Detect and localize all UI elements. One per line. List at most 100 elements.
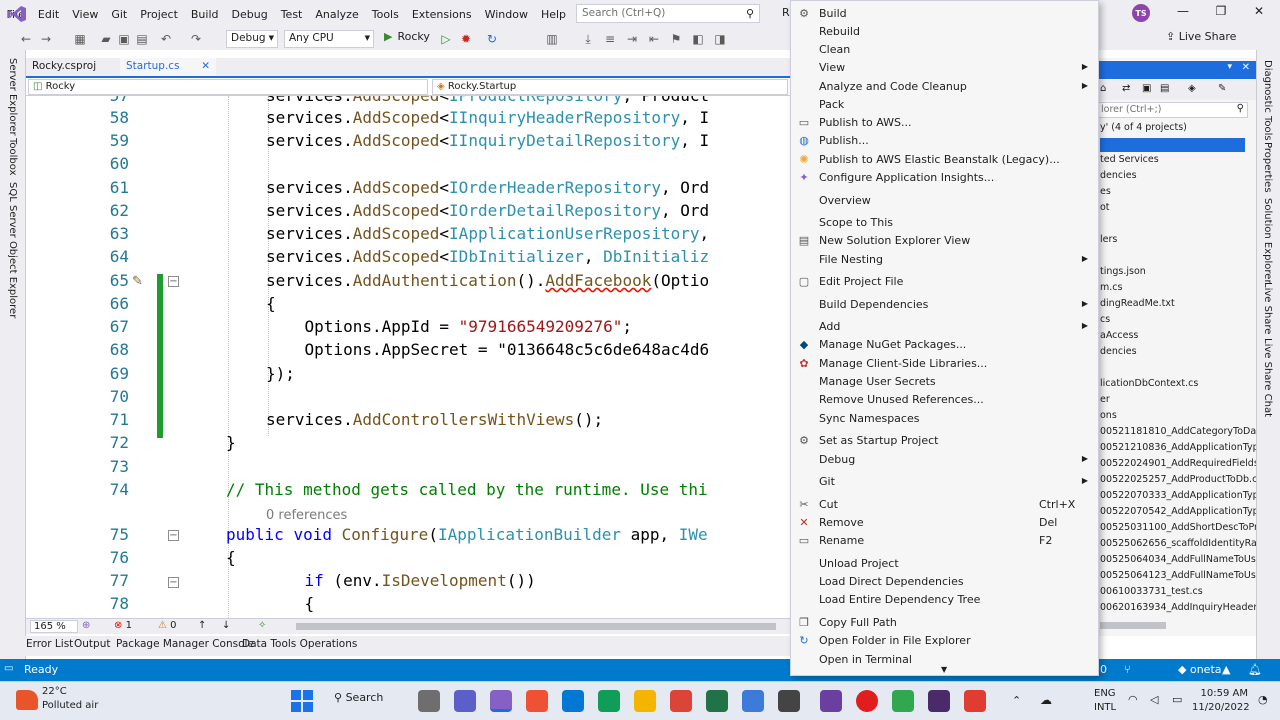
code-line[interactable]: {: [226, 548, 236, 567]
align-icon[interactable]: ≡: [602, 31, 618, 47]
menu-item[interactable]: Analyze: [309, 8, 365, 21]
context-menu-item-manage-user-secrets[interactable]: Manage User Secrets: [791, 373, 1098, 391]
solution-explorer-tab[interactable]: Solution Explorer: [1262, 198, 1273, 284]
refresh-icon[interactable]: ↻: [484, 31, 500, 47]
layout-icon[interactable]: ▥: [544, 31, 560, 47]
app-icon[interactable]: [928, 690, 950, 712]
code-line[interactable]: {: [266, 294, 276, 313]
solution-tree-item[interactable]: 00610033731_test.cs: [1100, 586, 1203, 597]
clock-time[interactable]: 10:59 AM: [1200, 688, 1248, 699]
undo-icon[interactable]: ↶: [158, 31, 174, 47]
live-share-tab[interactable]: Live Share: [1262, 282, 1273, 334]
warning-count[interactable]: ⚠ 0: [158, 620, 177, 631]
avatar[interactable]: TS: [1132, 4, 1150, 22]
code-lens-references[interactable]: 0 references: [266, 508, 347, 523]
context-menu-item-manage-client-side-libraries[interactable]: ✿ Manage Client-Side Libraries...: [791, 355, 1098, 373]
terminal-icon[interactable]: [778, 690, 800, 712]
context-menu-item-load-entire-dependency-tree[interactable]: Load Entire Dependency Tree: [791, 591, 1098, 609]
class-combo[interactable]: ◈ Rocky.Startup: [432, 79, 788, 95]
cleanup-icon[interactable]: ✧: [258, 620, 266, 631]
save-all-icon[interactable]: ▤: [134, 31, 150, 47]
solution-tree-item[interactable]: 00521210836_AddApplicationTyp: [1100, 442, 1256, 453]
language-top[interactable]: ENG: [1094, 688, 1116, 699]
taskbar-search-button[interactable]: ⚲ Search: [334, 691, 398, 713]
properties-tab[interactable]: Properties: [1262, 142, 1273, 193]
properties-wrench-icon[interactable]: ✎: [1218, 83, 1226, 94]
back-icon[interactable]: ←: [18, 31, 34, 47]
context-menu-item-add[interactable]: Add ▶: [791, 318, 1098, 336]
code-line[interactable]: Options.AppSecret = "0136648c5c6de648ac4…: [266, 340, 710, 359]
code-line[interactable]: // This method gets called by the runtim…: [226, 480, 708, 499]
solution-tree-item[interactable]: dingReadMe.txt: [1100, 298, 1175, 309]
output-tab[interactable]: Output: [74, 638, 110, 650]
chrome-icon[interactable]: [670, 690, 692, 712]
solution-tree-item[interactable]: tings.json: [1100, 266, 1146, 277]
menu-item[interactable]: Test: [274, 8, 309, 21]
solution-tree-item[interactable]: licationDbContext.cs: [1100, 378, 1198, 389]
code-line[interactable]: services.AddScoped<IInquiryDetailReposit…: [266, 131, 709, 150]
platform-select[interactable]: Any CPU ▼: [284, 30, 374, 48]
toolbox-tab[interactable]: Toolbox: [7, 138, 18, 176]
context-menu-item-rename[interactable]: ▭ Rename F2: [791, 532, 1098, 550]
code-line[interactable]: services.AddScoped<IProductRepository, P…: [266, 96, 709, 105]
context-menu-item-edit-project-file[interactable]: ▢ Edit Project File: [791, 273, 1098, 291]
sql-server-object-explorer-tab[interactable]: SQL Server Object Explorer: [7, 182, 18, 318]
indent-icon[interactable]: ⇥: [624, 31, 640, 47]
chevron-up-icon[interactable]: ⌃: [1012, 694, 1021, 707]
zoom-combo[interactable]: 165 %: [30, 620, 78, 633]
calculator-icon[interactable]: [742, 690, 764, 712]
tab-rocky-csproj[interactable]: Rocky.csproj: [26, 58, 102, 76]
menu-item[interactable]: Tools: [365, 8, 405, 21]
clock-date[interactable]: 11/20/2022: [1192, 702, 1250, 713]
menu-item[interactable]: Project: [134, 8, 185, 21]
arrow-up-icon[interactable]: ↑: [198, 620, 206, 631]
context-menu-item-pack[interactable]: Pack: [791, 96, 1098, 114]
solution-tree-item[interactable]: dencies: [1100, 346, 1137, 357]
solution-tree-item[interactable]: 00521181810_AddCategoryToDat: [1100, 426, 1256, 437]
context-menu-item-publish[interactable]: ◍ Publish...: [791, 132, 1098, 150]
collapse-toggle[interactable]: −: [168, 276, 179, 287]
context-menu-item-overview[interactable]: Overview: [791, 192, 1098, 210]
solution-tree-item[interactable]: ted Services: [1100, 154, 1159, 165]
context-menu-item-remove[interactable]: ✕ Remove Del: [791, 514, 1098, 532]
excel-icon[interactable]: [706, 690, 728, 712]
context-menu-item-scope-to-this[interactable]: Scope to This: [791, 214, 1098, 232]
run-button[interactable]: ▶ Rocky: [384, 30, 430, 43]
live-share-button[interactable]: ⇪ Live Share: [1166, 30, 1236, 43]
collapse-all-icon[interactable]: ▣: [1142, 83, 1151, 94]
app-icon[interactable]: [964, 690, 986, 712]
pending-changes-count[interactable]: 0: [1100, 663, 1107, 676]
code-line[interactable]: services.AddScoped<IOrderHeaderRepositor…: [266, 178, 709, 197]
context-menu-item-publish-to-aws-elastic-beanstalk-legacy[interactable]: ✺ Publish to AWS Elastic Beanstalk (Legac…: [791, 151, 1098, 169]
sync-icon[interactable]: ⇄: [1122, 83, 1130, 94]
minimize-icon[interactable]: —: [1168, 4, 1198, 24]
step-icon[interactable]: ⤓: [580, 31, 596, 47]
solution-tree-item[interactable]: aAccess: [1100, 330, 1138, 341]
pin-icon[interactable]: ▾: [1227, 62, 1232, 72]
app-icon[interactable]: [820, 690, 842, 712]
context-menu-item-manage-nuget-packages[interactable]: ◆ Manage NuGet Packages...: [791, 336, 1098, 354]
solution-search-input[interactable]: lorer (Ctrl+;) ⚲: [1098, 102, 1248, 118]
live-share-chat-tab[interactable]: Live Share Chat: [1262, 338, 1273, 417]
selected-project-node[interactable]: [1100, 138, 1245, 152]
context-menu-item-publish-to-aws[interactable]: ▭ Publish to AWS...: [791, 114, 1098, 132]
menu-item[interactable]: Help: [534, 8, 572, 21]
language-bottom[interactable]: INTL: [1094, 702, 1116, 713]
bookmark-prev-icon[interactable]: ◧: [690, 31, 706, 47]
collapse-toggle[interactable]: −: [168, 577, 179, 588]
battery-icon[interactable]: ▭: [1172, 693, 1182, 706]
quick-actions-icon[interactable]: ✎: [132, 274, 143, 289]
context-menu-item-build[interactable]: ⚙ Build: [791, 5, 1098, 23]
context-menu-item-open-folder-in-file-explorer[interactable]: ↻ Open Folder in File Explorer: [791, 632, 1098, 650]
solution-tree-item[interactable]: cs: [1100, 314, 1110, 325]
close-icon[interactable]: ✕: [1244, 4, 1274, 24]
hot-reload-icon[interactable]: ✹: [458, 31, 474, 47]
solution-tree-item[interactable]: lers: [1100, 234, 1117, 245]
context-menu-item-debug[interactable]: Debug ▶: [791, 451, 1098, 469]
visual-studio-taskbar-icon[interactable]: [490, 690, 512, 712]
home-icon[interactable]: ⌂: [1100, 83, 1106, 94]
bookmark-icon[interactable]: ⚑: [668, 31, 684, 47]
context-menu-item-cut[interactable]: ✂ Cut Ctrl+X: [791, 496, 1098, 514]
context-menu-item-remove-unused-references[interactable]: Remove Unused References...: [791, 391, 1098, 409]
app-icon[interactable]: [892, 690, 914, 712]
